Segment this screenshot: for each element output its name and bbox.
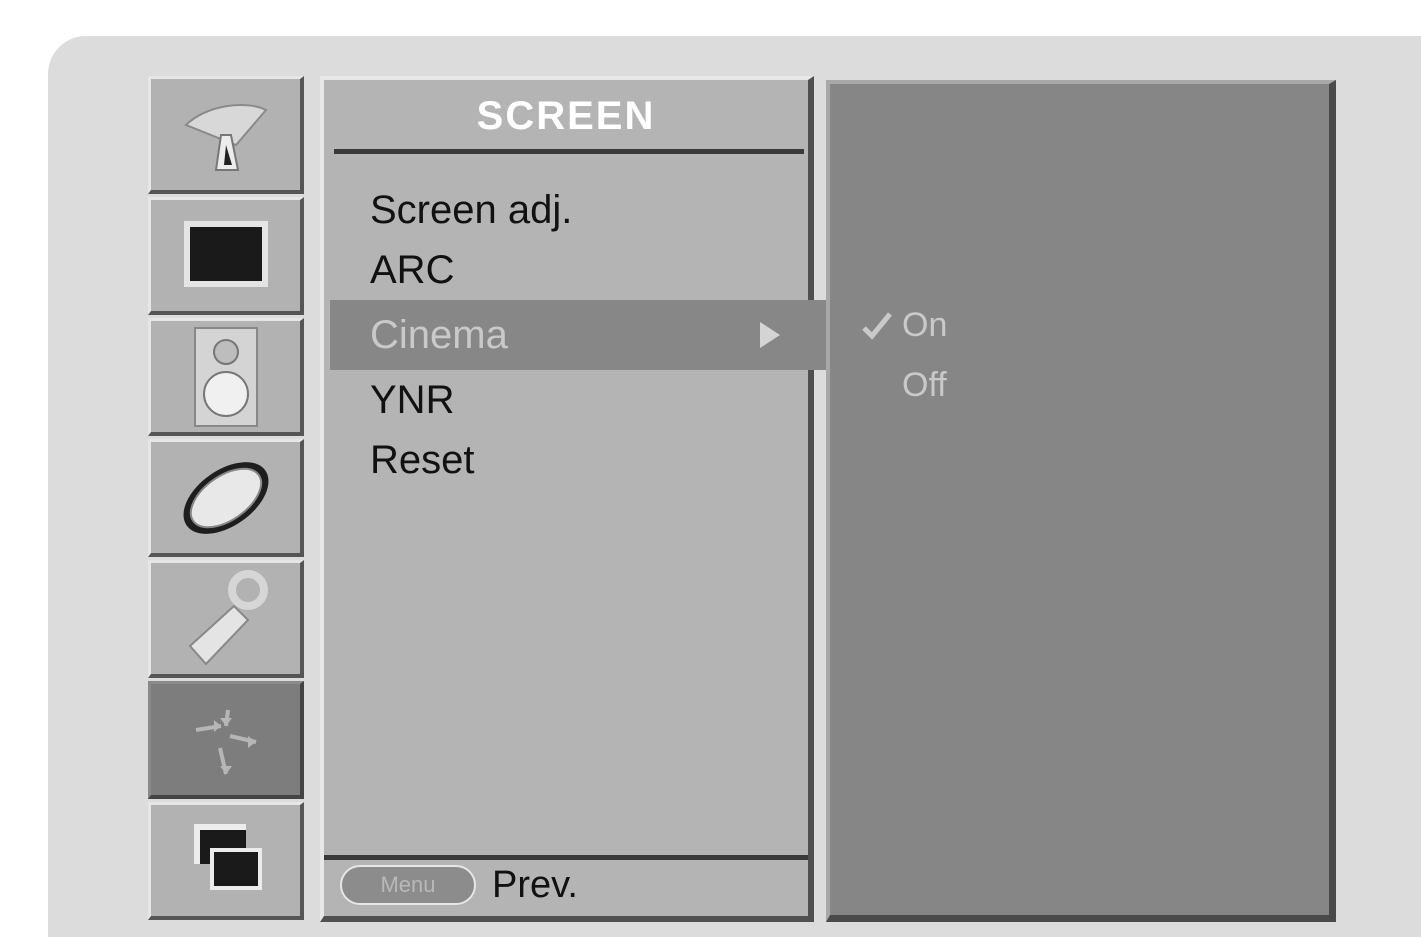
option-off[interactable]: Off <box>902 366 947 405</box>
menu-list: Screen adj. ARC Cinema YNR Reset <box>324 180 990 490</box>
sidebar-item-time[interactable] <box>148 439 304 557</box>
tv-picture-icon <box>183 220 268 287</box>
footer-divider <box>324 855 808 860</box>
wrench-icon <box>188 569 268 665</box>
submenu-arrow-icon <box>760 322 780 348</box>
pip-icon <box>193 823 262 890</box>
cinema-submenu-panel: On Off <box>826 80 1336 922</box>
menu-item-reset[interactable]: Reset <box>324 430 808 490</box>
menu-button[interactable]: Menu <box>340 865 476 905</box>
title-divider <box>334 149 804 154</box>
sidebar-item-special[interactable] <box>148 560 304 678</box>
check-icon <box>862 312 892 340</box>
menu-footer: Menu Prev. <box>340 862 578 908</box>
prev-label: Prev. <box>492 863 578 906</box>
clock-icon <box>183 461 268 534</box>
category-sidebar <box>148 76 306 920</box>
speaker-icon <box>193 326 258 427</box>
screen-adjust-icon <box>195 709 256 774</box>
sidebar-item-station[interactable] <box>148 76 304 194</box>
sidebar-item-picture[interactable] <box>148 197 304 315</box>
menu-title: SCREEN <box>476 94 656 138</box>
sidebar-item-sound[interactable] <box>148 318 304 436</box>
sidebar-item-pip[interactable] <box>148 802 304 920</box>
menu-item-arc[interactable]: ARC <box>324 240 808 300</box>
menu-item-cinema-label: Cinema <box>370 313 508 357</box>
menu-item-ynr[interactable]: YNR <box>324 370 808 430</box>
screen-menu-panel: SCREEN Screen adj. ARC Cinema YNR Reset … <box>320 76 990 922</box>
option-on[interactable]: On <box>902 306 947 345</box>
menu-item-screen-adj[interactable]: Screen adj. <box>324 180 808 240</box>
sidebar-item-screen[interactable] <box>148 681 304 799</box>
satellite-dish-icon <box>183 103 268 171</box>
